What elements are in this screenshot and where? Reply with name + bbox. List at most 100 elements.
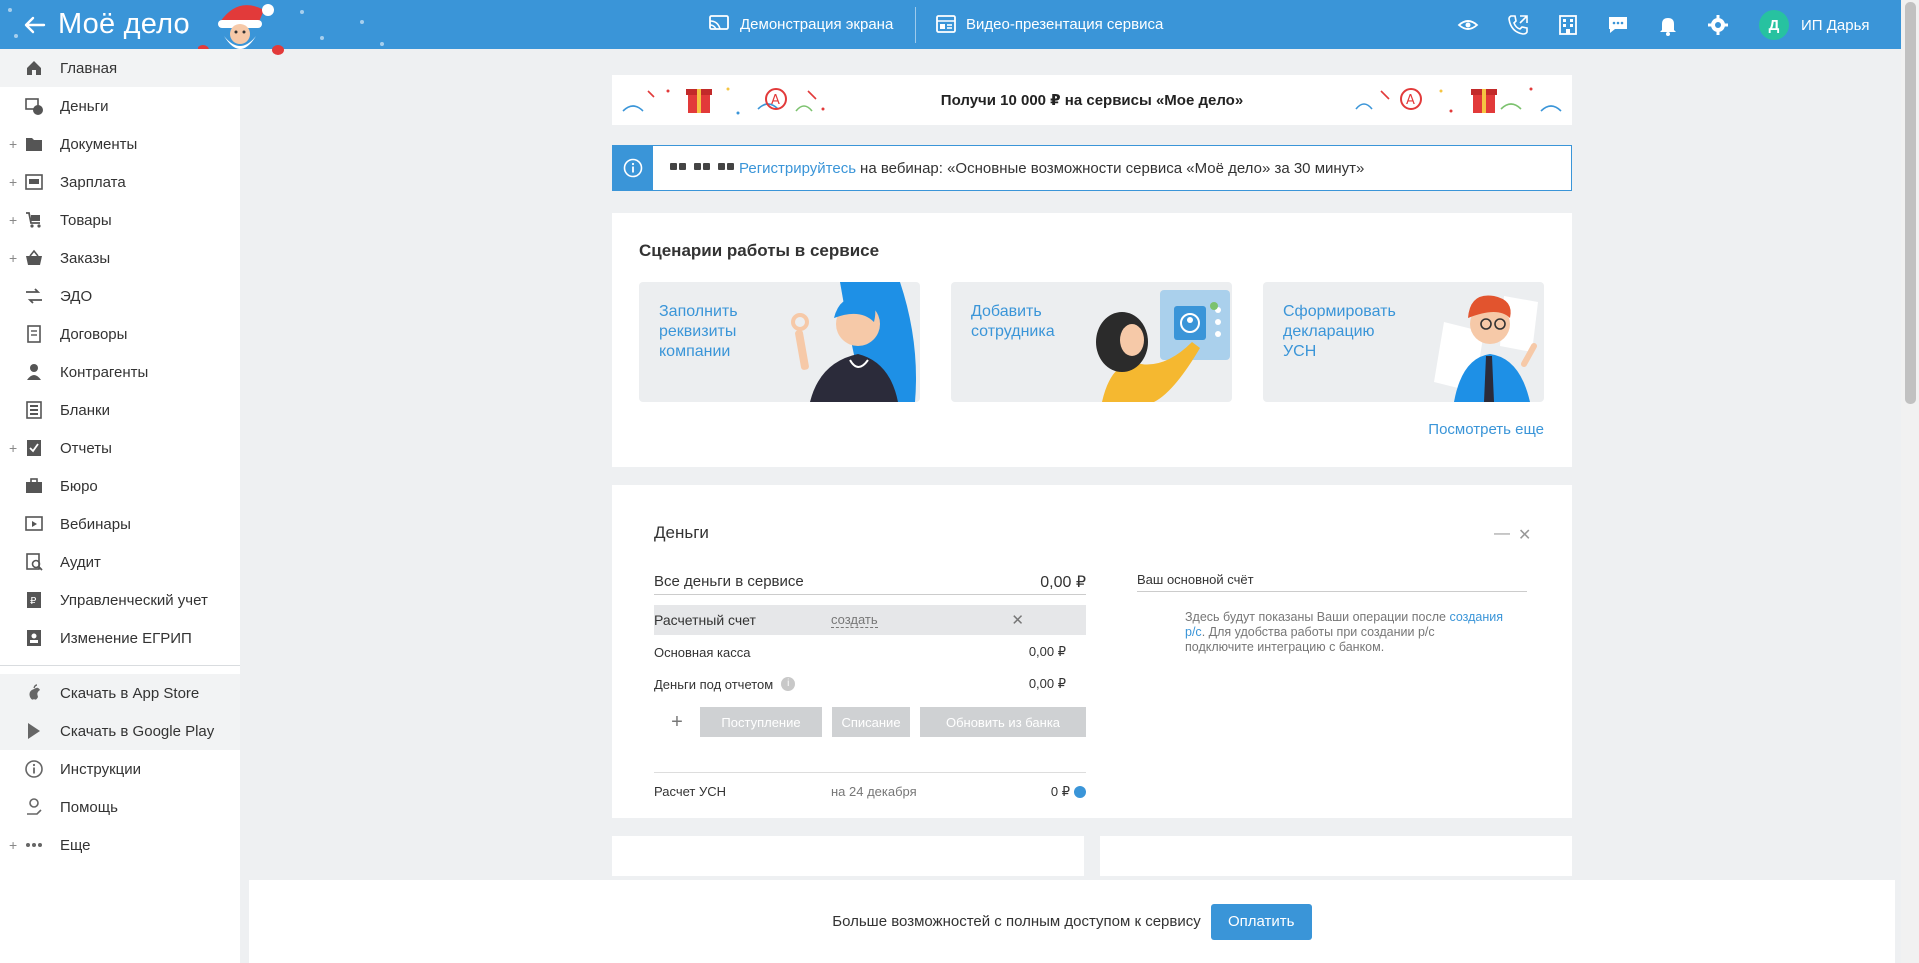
contractors-icon [27, 364, 41, 380]
account-close-icon[interactable]: ✕ [1011, 611, 1024, 629]
expand-icon[interactable]: + [9, 174, 17, 190]
chat-icon[interactable] [1606, 13, 1630, 37]
sidebar-item-label: Отчеты [60, 439, 112, 457]
gear-icon[interactable] [1706, 13, 1730, 37]
expand-icon[interactable]: + [9, 250, 17, 266]
scenarios-title: Сценарии работы в сервисе [639, 241, 880, 260]
money-total-row: Все деньги в сервисе 0,00 ₽ [654, 569, 1086, 595]
sidebar-item-label: Документы [60, 135, 138, 153]
money-total-value: 0,00 ₽ [1040, 573, 1086, 591]
cash-row: Основная касса 0,00 ₽ [654, 640, 1086, 664]
scenario-card-requisites[interactable]: Заполнить реквизиты компании [639, 282, 920, 402]
expand-icon[interactable]: + [9, 136, 17, 152]
sidebar-item-11[interactable]: + Отчеты [0, 429, 240, 467]
video-presentation-button[interactable]: Видео-презентация сервиса [936, 14, 1163, 34]
sidebar-item-3[interactable]: + Документы [0, 125, 240, 163]
sidebar-item-2[interactable]: Скачать в Google Play [0, 712, 240, 750]
sidebar-item-label: Помощь [60, 798, 118, 816]
help-icon [27, 798, 42, 815]
back-arrow-icon[interactable] [22, 12, 48, 38]
google-play-icon [28, 723, 40, 739]
promo-text: Получи 10 000 ₽ на сервисы «Мое дело» [940, 92, 1244, 109]
promo-banner[interactable]: А Получи 10 000 ₽ на сервисы «Мое дело» … [612, 75, 1572, 125]
widget-panel-left [612, 836, 1084, 876]
widget-panel-right [1100, 836, 1572, 876]
svg-text:₽: ₽ [30, 596, 37, 607]
money-actions: + Поступление Списание Обновить из банка [654, 707, 1086, 737]
account-create-link[interactable]: создать [831, 612, 878, 628]
expand-icon[interactable]: + [9, 440, 17, 456]
scenario-card-declaration[interactable]: Сформировать декларацию УСН [1263, 282, 1544, 402]
sidebar-item-label: Деньги [60, 97, 109, 115]
contracts-icon [27, 325, 41, 343]
app-logo[interactable]: Моё дело [58, 8, 190, 41]
close-icon[interactable]: ✕ [1518, 525, 1531, 545]
scenarios-more-link[interactable]: Посмотреть еще [1428, 421, 1544, 438]
sidebar-item-label: Бюро [60, 477, 98, 495]
question-icon[interactable]: i [781, 677, 796, 691]
expense-button[interactable]: Списание [832, 707, 910, 737]
man-documents-illustration-icon [1434, 295, 1538, 402]
usn-date: на 24 декабря [831, 784, 917, 799]
webinar-register-link[interactable]: Регистрируйтесь [739, 160, 856, 177]
scenarios-panel: Сценарии работы в сервисе Заполнить рекв… [612, 213, 1572, 467]
main-account-note: Здесь будут показаны Ваши операции после… [1185, 610, 1505, 655]
sidebar-item-16[interactable]: Изменение ЕГРИП [0, 619, 240, 657]
info-icon [613, 146, 653, 190]
sidebar-item-15[interactable]: ₽ Управленческий учет [0, 581, 240, 619]
check-icon [1074, 785, 1086, 798]
sidebar-item-9[interactable]: Контрагенты [0, 353, 240, 391]
add-icon[interactable]: + [664, 711, 690, 734]
sidebar-item-4[interactable]: Помощь [0, 788, 240, 826]
webinar-text: на вебинар: «Основные возможности сервис… [860, 159, 1365, 177]
sidebar-item-1[interactable]: Главная [0, 49, 240, 87]
reports-icon [27, 440, 41, 456]
sidebar-item-5[interactable]: + Товары [0, 201, 240, 239]
cash-label: Основная касса [654, 644, 751, 660]
money-widget: Деньги — ✕ Все деньги в сервисе 0,00 ₽ Р… [612, 485, 1572, 818]
note-start: Здесь будут показаны Ваши операции после [1185, 610, 1446, 624]
webinar-icon [25, 516, 43, 531]
info-icon [25, 760, 43, 778]
festive-decoration-icon: А [1355, 87, 1562, 113]
expand-icon[interactable]: + [9, 837, 17, 853]
sidebar-item-12[interactable]: Бюро [0, 467, 240, 505]
expand-icon[interactable]: + [9, 212, 17, 228]
sidebar-item-8[interactable]: Договоры [0, 315, 240, 353]
topnav-divider [915, 7, 916, 43]
scenario-card-employee[interactable]: Добавить сотрудника [951, 282, 1232, 402]
webinar-banner: Регистрируйтесь на вебинар: «Основные во… [612, 145, 1572, 191]
bank-update-button[interactable]: Обновить из банка [920, 707, 1086, 737]
office-icon[interactable] [1556, 13, 1580, 37]
sidebar-item-6[interactable]: + Заказы [0, 239, 240, 277]
sidebar-item-label: Вебинары [60, 515, 131, 533]
scrollbar-thumb[interactable] [1905, 2, 1916, 404]
bell-icon[interactable] [1656, 13, 1680, 37]
sidebar-item-14[interactable]: Аудит [0, 543, 240, 581]
apple-icon [29, 684, 40, 700]
sidebar-item-label: Контрагенты [60, 363, 149, 381]
income-button[interactable]: Поступление [700, 707, 822, 737]
sidebar-item-label: Изменение ЕГРИП [60, 629, 192, 647]
sidebar-item-1[interactable]: Скачать в App Store [0, 674, 240, 712]
sidebar-item-7[interactable]: ЭДО [0, 277, 240, 315]
sidebar-item-3[interactable]: Инструкции [0, 750, 240, 788]
scenario-card-label: Заполнить реквизиты компании [659, 303, 738, 360]
phone-icon[interactable] [1506, 13, 1530, 37]
sidebar-item-2[interactable]: Деньги [0, 87, 240, 125]
cash-value: 0,00 ₽ [1028, 644, 1066, 659]
pay-button[interactable]: Оплатить [1210, 903, 1312, 940]
user-menu[interactable]: Д ИП Дарья [1759, 10, 1870, 40]
screen-demo-button[interactable]: Демонстрация экрана [708, 14, 893, 34]
sidebar-item-10[interactable]: Бланки [0, 391, 240, 429]
sidebar-item-5[interactable]: + Еще [0, 826, 240, 864]
note-end: . Для удобства работы при создании р/с п… [1185, 625, 1435, 654]
report-value: 0,00 ₽ [1028, 676, 1066, 691]
more-icon [26, 843, 42, 847]
svg-text:А: А [1406, 93, 1415, 108]
sidebar-item-13[interactable]: Вебинары [0, 505, 240, 543]
page-scrollbar[interactable] [1901, 0, 1919, 963]
eye-icon[interactable] [1456, 13, 1480, 37]
minimize-icon[interactable]: — [1494, 525, 1510, 543]
sidebar-item-4[interactable]: + Зарплата [0, 163, 240, 201]
